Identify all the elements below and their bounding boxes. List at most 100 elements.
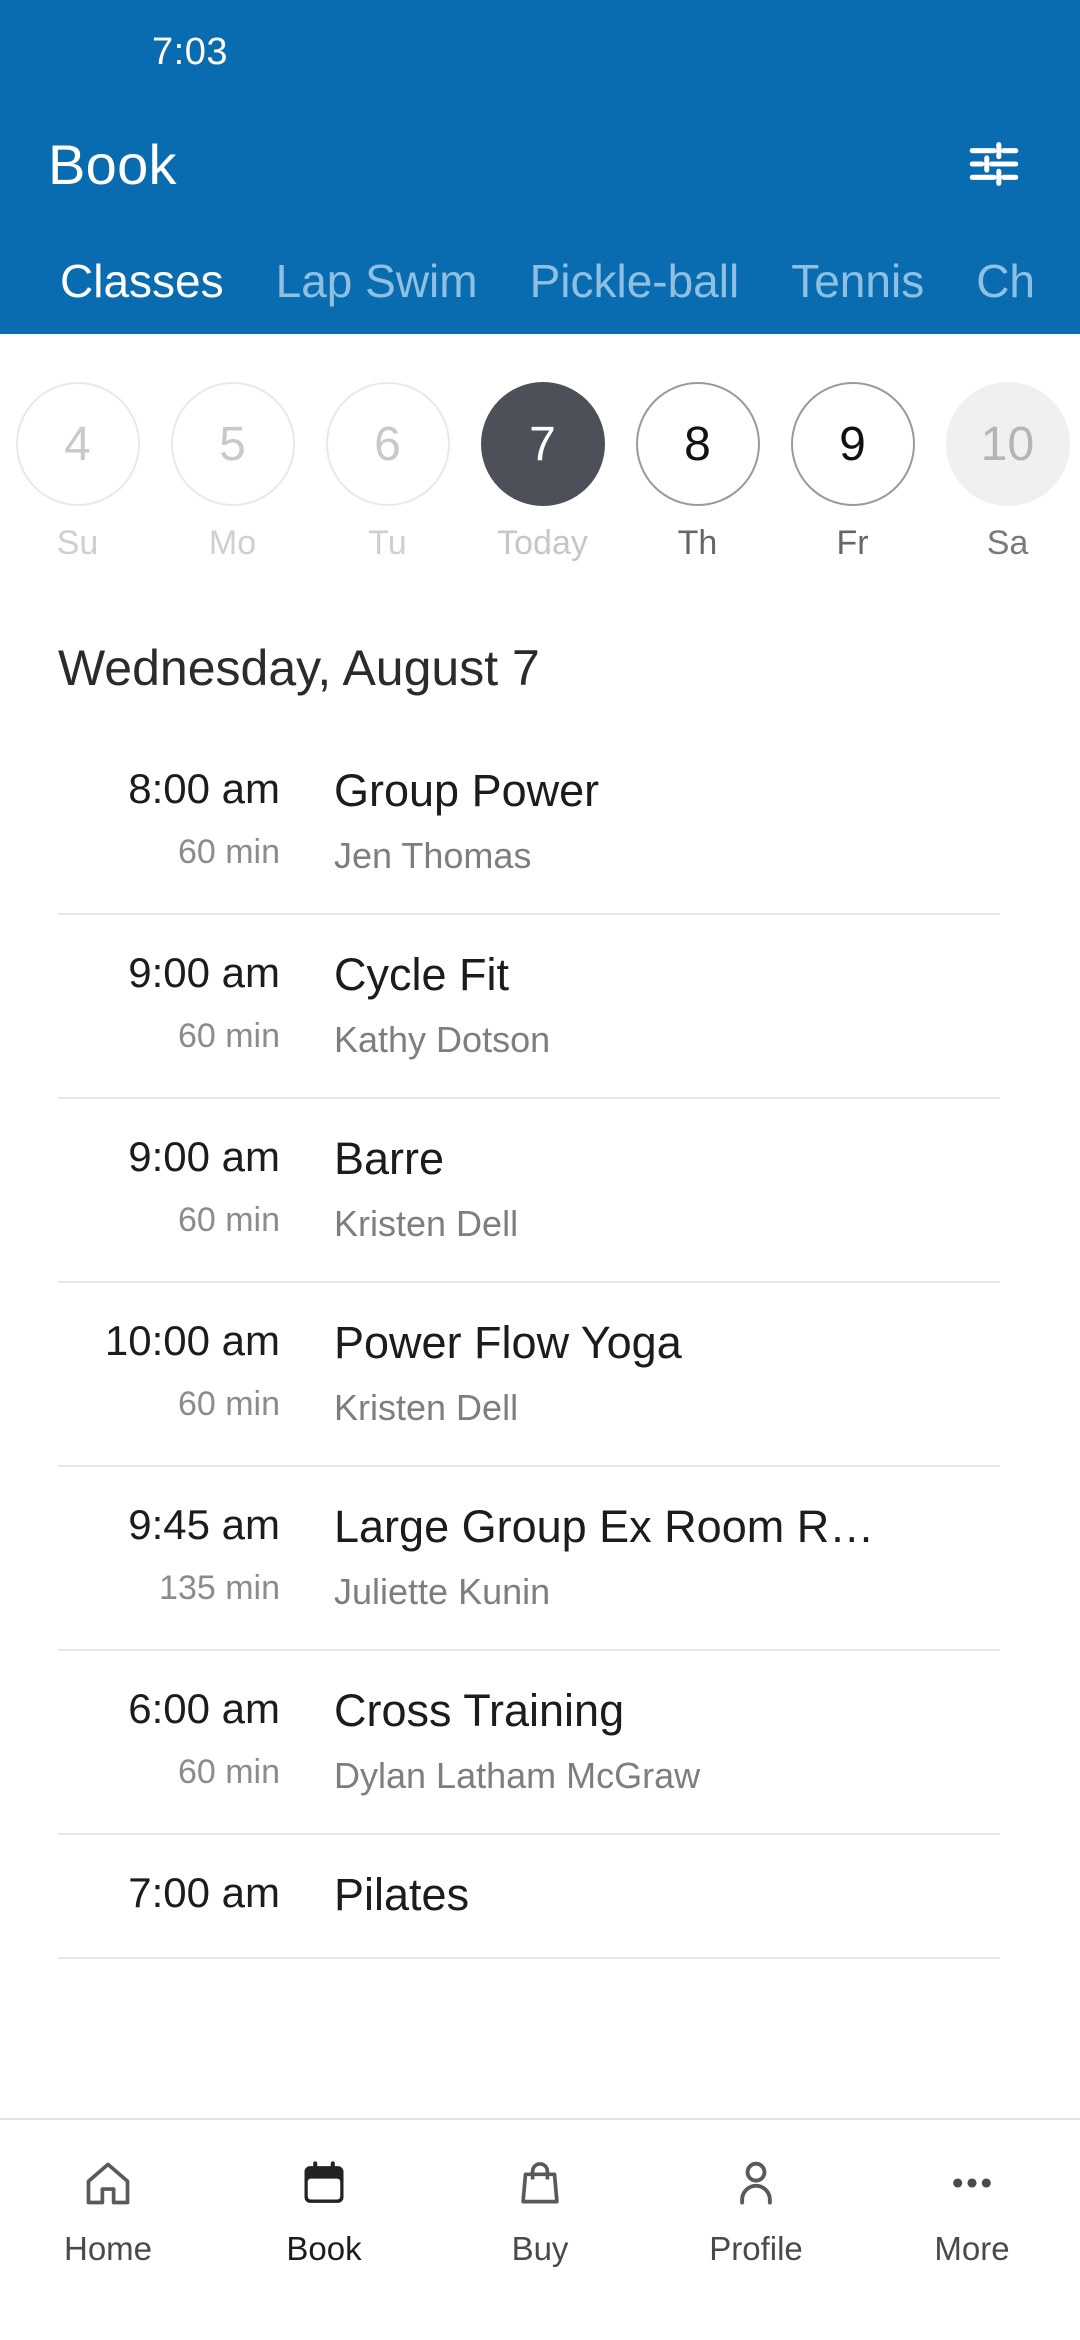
tab-pickle-ball[interactable]: Pickle-ball bbox=[504, 254, 766, 334]
class-info-column: Large Group Ex Room R… Juliette Kunin bbox=[308, 1501, 1000, 1613]
date-number: 5 bbox=[170, 382, 295, 506]
class-start-time: 9:00 am bbox=[128, 949, 280, 996]
date-day-label: Sa bbox=[986, 524, 1029, 562]
filter-icon[interactable] bbox=[956, 126, 1032, 202]
class-list: 8:00 am 60 min Group Power Jen Thomas 9:00 a… bbox=[0, 727, 1080, 2340]
date-day-label: Tu bbox=[368, 524, 407, 562]
class-row[interactable]: 8:00 am 60 min Group Power Jen Thomas bbox=[58, 731, 1000, 915]
class-time-column: 6:00 am 60 min bbox=[58, 1685, 308, 1792]
date-cell-5: 5 Mo bbox=[155, 382, 310, 563]
class-time-column: 8:00 am 60 min bbox=[58, 765, 308, 872]
date-day-label: Today bbox=[497, 524, 588, 562]
app-header: 7:03 Book Classes Lap Swim Pickle-ball Tenn… bbox=[0, 0, 1080, 334]
nav-label: More bbox=[934, 2230, 1010, 2267]
class-row[interactable]: 9:45 am 135 min Large Group Ex Room R… Juli… bbox=[58, 1467, 1000, 1651]
class-instructor: Juliette Kunin bbox=[334, 1571, 551, 1612]
app-root: 7:03 Book Classes Lap Swim Pickle-ball Tenn… bbox=[0, 0, 1080, 2340]
class-start-time: 9:00 am bbox=[128, 1133, 280, 1180]
date-cell-10[interactable]: 10 Sa bbox=[930, 382, 1080, 563]
class-start-time: 10:00 am bbox=[104, 1317, 280, 1364]
class-instructor: Kristen Dell bbox=[334, 1387, 519, 1428]
class-duration: 60 min bbox=[177, 1201, 280, 1239]
class-info-column: Pilates bbox=[308, 1869, 1000, 1921]
class-row[interactable]: 9:00 am 60 min Cycle Fit Kathy Dotson bbox=[58, 915, 1000, 1099]
tab-tennis[interactable]: Tennis bbox=[765, 254, 950, 334]
class-duration: 60 min bbox=[177, 1753, 280, 1791]
nav-label: Home bbox=[63, 2230, 153, 2267]
date-number: 9 bbox=[790, 382, 915, 506]
class-start-time: 8:00 am bbox=[128, 765, 280, 812]
class-info-column: Cross Training Dylan Latham McGraw bbox=[308, 1685, 1000, 1797]
date-cell-9[interactable]: 9 Fr bbox=[775, 382, 930, 563]
category-tabs: Classes Lap Swim Pickle-ball Tennis Ch bbox=[0, 224, 1080, 334]
nav-item-home[interactable]: Home bbox=[0, 2146, 216, 2268]
date-cell-8[interactable]: 8 Th bbox=[620, 382, 775, 563]
class-name: Barre bbox=[334, 1133, 445, 1184]
class-name: Group Power bbox=[334, 765, 600, 816]
status-bar-clock: 7:03 bbox=[152, 30, 228, 73]
class-info-column: Cycle Fit Kathy Dotson bbox=[308, 949, 1000, 1061]
class-duration: 60 min bbox=[177, 1017, 280, 1055]
class-name: Cycle Fit bbox=[334, 949, 510, 1000]
page-title: Book bbox=[48, 132, 177, 196]
date-day-label: Th bbox=[677, 524, 718, 562]
class-start-time: 9:45 am bbox=[128, 1501, 280, 1548]
nav-item-buy[interactable]: Buy bbox=[432, 2146, 648, 2268]
nav-label: Buy bbox=[511, 2230, 569, 2267]
tab-classes[interactable]: Classes bbox=[34, 254, 250, 334]
tab-lap-swim[interactable]: Lap Swim bbox=[250, 254, 504, 334]
ellipsis-icon bbox=[946, 2146, 998, 2220]
class-duration: 60 min bbox=[177, 1385, 280, 1423]
bag-icon bbox=[514, 2146, 566, 2220]
class-start-time: 7:00 am bbox=[128, 1869, 280, 1916]
class-info-column: Group Power Jen Thomas bbox=[308, 765, 1000, 877]
calendar-icon bbox=[298, 2146, 350, 2220]
class-row[interactable]: 7:00 am Pilates bbox=[58, 1835, 1000, 1959]
title-bar: Book bbox=[0, 104, 1080, 224]
class-row[interactable]: 9:00 am 60 min Barre Kristen Dell bbox=[58, 1099, 1000, 1283]
class-instructor: Kathy Dotson bbox=[334, 1019, 551, 1060]
class-start-time: 6:00 am bbox=[128, 1685, 280, 1732]
date-selector-strip[interactable]: 4 Su 5 Mo 6 Tu 7 Today 8 Th 9 Fr 10 Sa bbox=[0, 334, 1080, 587]
class-name: Power Flow Yoga bbox=[334, 1317, 682, 1368]
date-number: 7 bbox=[480, 382, 605, 506]
class-info-column: Power Flow Yoga Kristen Dell bbox=[308, 1317, 1000, 1429]
class-time-column: 9:00 am 60 min bbox=[58, 949, 308, 1056]
date-cell-6: 6 Tu bbox=[310, 382, 465, 563]
date-day-label: Mo bbox=[208, 524, 257, 562]
person-icon bbox=[730, 2146, 782, 2220]
class-name: Pilates bbox=[334, 1869, 470, 1920]
class-instructor: Dylan Latham McGraw bbox=[334, 1755, 701, 1796]
class-name: Cross Training bbox=[334, 1685, 625, 1736]
date-number: 10 bbox=[945, 382, 1070, 506]
class-instructor: Jen Thomas bbox=[334, 835, 532, 876]
nav-item-book[interactable]: Book bbox=[216, 2146, 432, 2268]
bottom-navigation: Home Book Buy Profile More bbox=[0, 2118, 1080, 2340]
tab-ch[interactable]: Ch bbox=[950, 254, 1061, 334]
date-day-label: Fr bbox=[836, 524, 869, 562]
class-time-column: 7:00 am bbox=[58, 1869, 308, 1917]
date-cell-4: 4 Su bbox=[0, 382, 155, 563]
nav-label: Book bbox=[286, 2230, 362, 2267]
date-day-label: Su bbox=[56, 524, 99, 562]
date-number: 8 bbox=[635, 382, 760, 506]
class-row[interactable]: 6:00 am 60 min Cross Training Dylan Latham … bbox=[58, 1651, 1000, 1835]
date-cell-7[interactable]: 7 Today bbox=[465, 382, 620, 563]
home-icon bbox=[82, 2146, 134, 2220]
day-heading: Wednesday, August 7 bbox=[58, 640, 540, 696]
class-time-column: 9:45 am 135 min bbox=[58, 1501, 308, 1608]
class-name: Large Group Ex Room R… bbox=[334, 1501, 875, 1552]
class-row[interactable]: 10:00 am 60 min Power Flow Yoga Kristen Del… bbox=[58, 1283, 1000, 1467]
class-time-column: 10:00 am 60 min bbox=[58, 1317, 308, 1424]
status-bar: 7:03 bbox=[0, 0, 1080, 104]
date-number: 4 bbox=[15, 382, 140, 506]
nav-item-more[interactable]: More bbox=[864, 2146, 1080, 2268]
class-duration: 135 min bbox=[159, 1569, 280, 1607]
class-instructor: Kristen Dell bbox=[334, 1203, 519, 1244]
class-duration: 60 min bbox=[177, 833, 280, 871]
class-time-column: 9:00 am 60 min bbox=[58, 1133, 308, 1240]
nav-item-profile[interactable]: Profile bbox=[648, 2146, 864, 2268]
nav-label: Profile bbox=[709, 2230, 803, 2267]
date-number: 6 bbox=[325, 382, 450, 506]
class-info-column: Barre Kristen Dell bbox=[308, 1133, 1000, 1245]
